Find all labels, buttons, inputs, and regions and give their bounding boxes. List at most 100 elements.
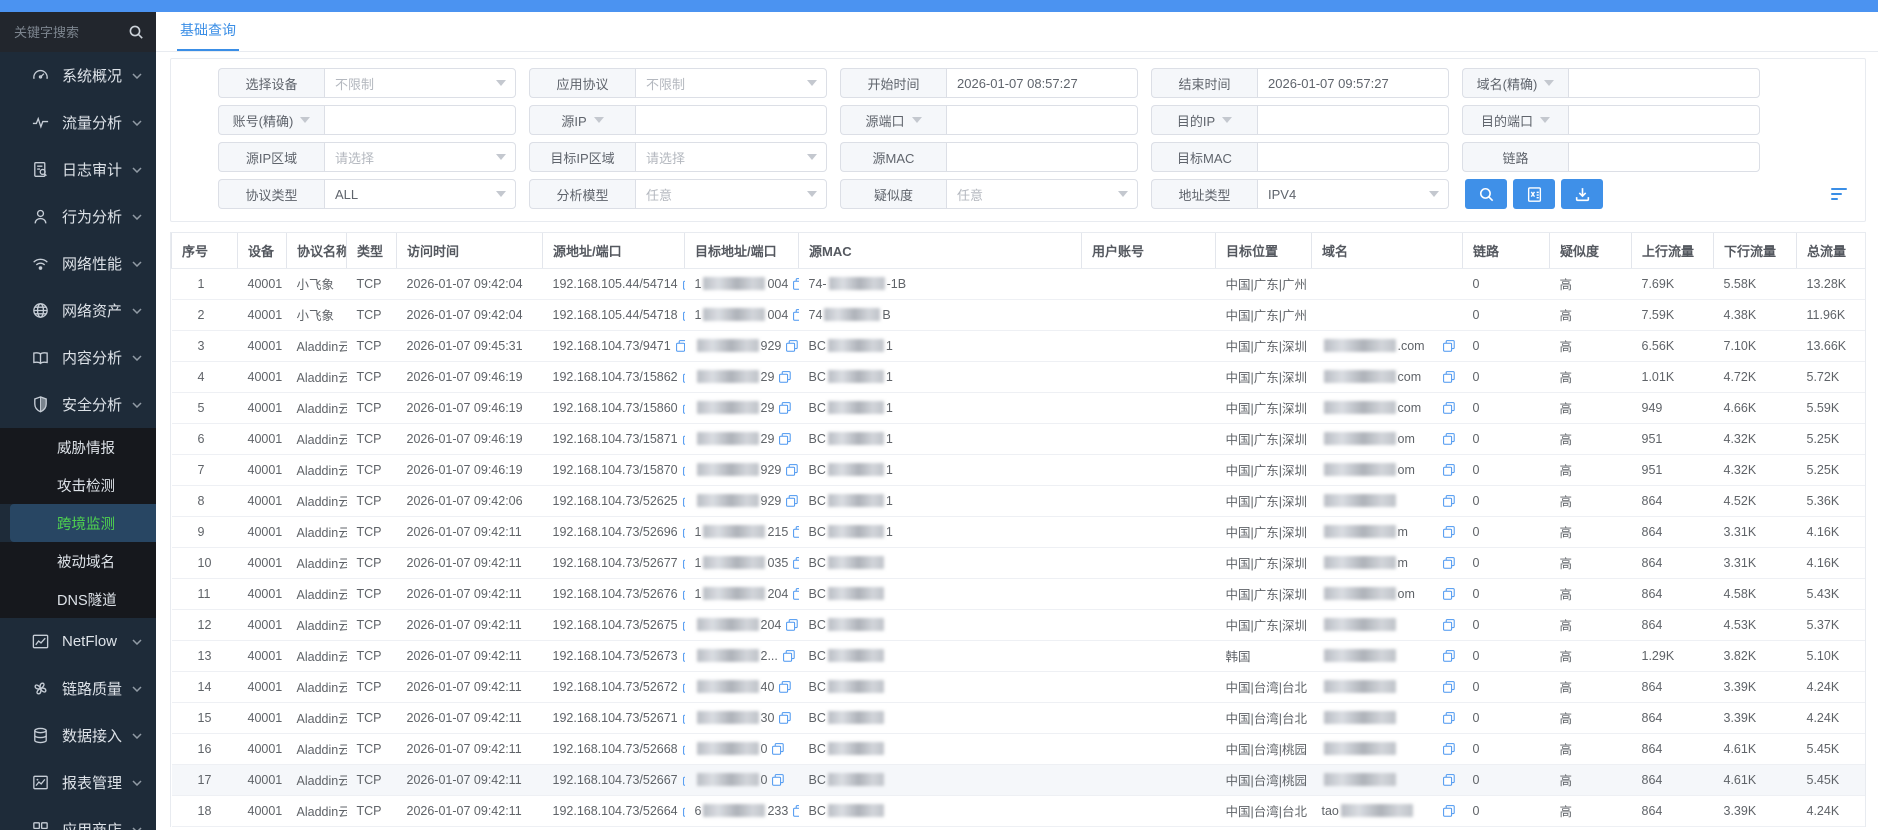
filter-field-label[interactable]: 协议类型 — [218, 179, 324, 209]
sidebar-item[interactable]: 数据接入 — [0, 712, 156, 759]
table-row[interactable]: 11 40001 Aladdin云 TCP 2026-01-07 09:42:1… — [172, 578, 1866, 609]
filter-field-label[interactable]: 账号(精确) — [218, 105, 324, 135]
copy-icon[interactable] — [683, 774, 685, 786]
sidebar-item[interactable]: 威胁情报 — [0, 428, 156, 466]
copy-icon[interactable] — [786, 340, 798, 352]
filter-field-label[interactable]: 应用协议 — [529, 68, 635, 98]
table-row[interactable]: 14 40001 Aladdin云 TCP 2026-01-07 09:42:1… — [172, 671, 1866, 702]
copy-icon[interactable] — [683, 402, 685, 414]
download-button[interactable] — [1561, 179, 1603, 209]
table-row[interactable]: 2 40001 小飞象 TCP 2026-01-07 09:42:04 192.… — [172, 299, 1866, 330]
copy-icon[interactable] — [793, 805, 798, 817]
filter-field-input[interactable]: 不限制 — [324, 68, 516, 98]
copy-icon[interactable] — [786, 619, 798, 631]
sidebar-item[interactable]: DNS隧道 — [0, 580, 156, 618]
copy-icon[interactable] — [786, 495, 798, 507]
filter-field-input[interactable]: 2026-01-07 08:57:27 — [946, 68, 1138, 98]
sidebar-item[interactable]: NetFlow — [0, 618, 156, 665]
filter-field-input[interactable]: 2026-01-07 09:57:27 — [1257, 68, 1449, 98]
copy-icon[interactable] — [793, 278, 798, 290]
copy-icon[interactable] — [683, 433, 685, 445]
filter-field-label[interactable]: 开始时间 — [840, 68, 946, 98]
table-row[interactable]: 13 40001 Aladdin云 TCP 2026-01-07 09:42:1… — [172, 640, 1866, 671]
filter-field-input[interactable]: 请选择 — [324, 142, 516, 172]
filter-field-input[interactable] — [946, 105, 1138, 135]
copy-icon[interactable] — [1443, 619, 1455, 631]
copy-icon[interactable] — [786, 464, 798, 476]
filter-field-label[interactable]: 源IP — [529, 105, 635, 135]
table-row[interactable]: 9 40001 Aladdin云 TCP 2026-01-07 09:42:11… — [172, 516, 1866, 547]
filter-field-label[interactable]: 疑似度 — [840, 179, 946, 209]
copy-icon[interactable] — [772, 743, 784, 755]
copy-icon[interactable] — [793, 526, 798, 538]
sidebar-item[interactable]: 链路质量 — [0, 665, 156, 712]
sidebar-item[interactable]: 安全分析 — [0, 381, 156, 428]
filter-field-label[interactable]: 源端口 — [840, 105, 946, 135]
filter-field-input[interactable] — [1568, 105, 1760, 135]
copy-icon[interactable] — [683, 805, 685, 817]
sidebar-item[interactable]: 报表管理 — [0, 759, 156, 806]
filter-field-label[interactable]: 目的IP — [1151, 105, 1257, 135]
table-row[interactable]: 8 40001 Aladdin云 TCP 2026-01-07 09:42:06… — [172, 485, 1866, 516]
tab-basic-query[interactable]: 基础查询 — [177, 20, 239, 51]
filter-field-label[interactable]: 选择设备 — [218, 68, 324, 98]
copy-icon[interactable] — [1443, 805, 1455, 817]
copy-icon[interactable] — [779, 402, 791, 414]
filter-field-input[interactable]: 请选择 — [635, 142, 827, 172]
copy-icon[interactable] — [779, 681, 791, 693]
sidebar-item[interactable]: 被动域名 — [0, 542, 156, 580]
table-row[interactable]: 17 40001 Aladdin云 TCP 2026-01-07 09:42:1… — [172, 764, 1866, 795]
filter-field-input[interactable]: IPV4 — [1257, 179, 1449, 209]
sidebar-item[interactable]: 系统概况 — [0, 52, 156, 99]
filter-field-input[interactable] — [946, 142, 1138, 172]
filter-field-label[interactable]: 地址类型 — [1151, 179, 1257, 209]
copy-icon[interactable] — [683, 619, 685, 631]
table-row[interactable]: 7 40001 Aladdin云 TCP 2026-01-07 09:46:19… — [172, 454, 1866, 485]
sidebar-item[interactable]: 日志审计 — [0, 146, 156, 193]
table-row[interactable]: 16 40001 Aladdin云 TCP 2026-01-07 09:42:1… — [172, 733, 1866, 764]
copy-icon[interactable] — [683, 588, 685, 600]
copy-icon[interactable] — [779, 712, 791, 724]
sidebar-item[interactable]: 网络性能 — [0, 240, 156, 287]
copy-icon[interactable] — [1443, 650, 1455, 662]
sidebar-item[interactable]: 网络资产 — [0, 287, 156, 334]
filter-field-label[interactable]: 链路 — [1462, 142, 1568, 172]
copy-icon[interactable] — [1443, 743, 1455, 755]
copy-icon[interactable] — [683, 681, 685, 693]
filter-field-input[interactable]: 任意 — [635, 179, 827, 209]
filter-field-input[interactable]: 不限制 — [635, 68, 827, 98]
table-row[interactable]: 4 40001 Aladdin云 TCP 2026-01-07 09:46:19… — [172, 361, 1866, 392]
table-row[interactable]: 12 40001 Aladdin云 TCP 2026-01-07 09:42:1… — [172, 609, 1866, 640]
copy-icon[interactable] — [683, 278, 685, 290]
filter-field-input[interactable] — [635, 105, 827, 135]
copy-icon[interactable] — [1443, 495, 1455, 507]
copy-icon[interactable] — [1443, 774, 1455, 786]
filter-field-input[interactable] — [1257, 142, 1449, 172]
search-input[interactable] — [14, 25, 122, 40]
copy-icon[interactable] — [1443, 433, 1455, 445]
copy-icon[interactable] — [683, 371, 685, 383]
filter-field-input[interactable] — [1257, 105, 1449, 135]
sidebar-item[interactable]: 流量分析 — [0, 99, 156, 146]
copy-icon[interactable] — [683, 526, 685, 538]
copy-icon[interactable] — [1443, 464, 1455, 476]
copy-icon[interactable] — [676, 340, 685, 352]
filter-field-input[interactable]: ALL — [324, 179, 516, 209]
copy-icon[interactable] — [683, 557, 685, 569]
filter-field-label[interactable]: 目标IP区域 — [529, 142, 635, 172]
copy-icon[interactable] — [1443, 526, 1455, 538]
filter-field-label[interactable]: 源IP区域 — [218, 142, 324, 172]
table-row[interactable]: 5 40001 Aladdin云 TCP 2026-01-07 09:46:19… — [172, 392, 1866, 423]
copy-icon[interactable] — [683, 495, 685, 507]
copy-icon[interactable] — [793, 588, 798, 600]
copy-icon[interactable] — [793, 557, 798, 569]
copy-icon[interactable] — [793, 309, 798, 321]
table-row[interactable]: 15 40001 Aladdin云 TCP 2026-01-07 09:42:1… — [172, 702, 1866, 733]
table-row[interactable]: 18 40001 Aladdin云 TCP 2026-01-07 09:42:1… — [172, 795, 1866, 826]
sidebar-item[interactable]: 内容分析 — [0, 334, 156, 381]
filter-field-input[interactable] — [1568, 142, 1760, 172]
search-icon[interactable] — [128, 24, 144, 40]
collapse-filter-icon[interactable] — [1831, 188, 1847, 201]
copy-icon[interactable] — [683, 309, 685, 321]
copy-icon[interactable] — [1443, 681, 1455, 693]
